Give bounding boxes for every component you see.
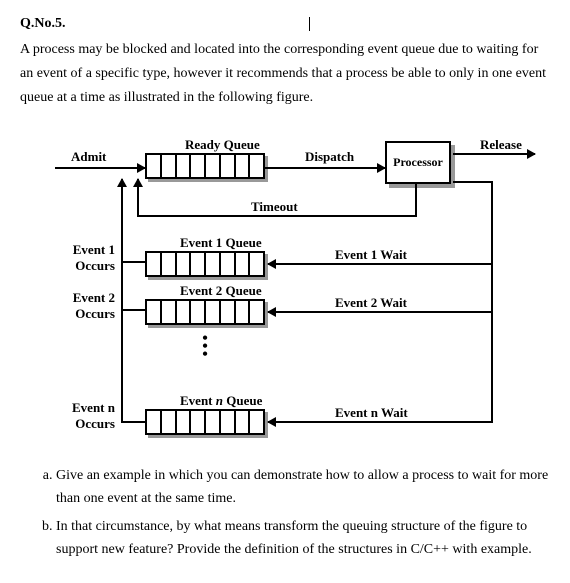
label-eventn-wait: Event n Wait [335, 405, 408, 421]
subquestion-list: Give an example in which you can demonst… [20, 465, 550, 561]
label-timeout: Timeout [251, 199, 298, 215]
event2-wait-line [268, 311, 493, 313]
eventn-wait-line [268, 421, 493, 423]
event1-wait-line [268, 263, 493, 265]
label-ready-queue: Ready Queue [185, 137, 260, 153]
label-event2-occurs: Event 2 Occurs [59, 290, 115, 322]
timeout-up-to-ready [137, 179, 139, 217]
event1-queue-box [145, 251, 265, 277]
ready-queue-box [145, 153, 265, 179]
timeout-across [137, 215, 417, 217]
eventn-occurs-line [121, 421, 145, 423]
label-admit: Admit [71, 149, 106, 165]
label-eventn-occurs: Event n Occurs [59, 400, 115, 432]
subquestion-b: In that circumstance, by what means tran… [56, 516, 550, 561]
processor-box: Processor [385, 141, 451, 184]
label-event2-wait: Event 2 Wait [335, 295, 407, 311]
arrow-dispatch [265, 167, 385, 169]
label-release: Release [480, 137, 522, 153]
arrow-admit [55, 167, 145, 169]
event1-occurs-line [121, 261, 145, 263]
wait-bus-vline [491, 183, 493, 423]
timeout-down [415, 183, 417, 217]
label-event1-queue: Event 1 Queue [180, 235, 262, 251]
processor-label: Processor [393, 155, 443, 169]
label-dispatch: Dispatch [305, 149, 354, 165]
event2-occurs-line [121, 309, 145, 311]
text-cursor [309, 17, 310, 31]
question-number-text: Q.No.5. [20, 16, 66, 31]
occurs-bus-vline [121, 179, 123, 423]
label-eventn-queue: Event n Queue [180, 393, 262, 409]
question-intro: A process may be blocked and located int… [20, 38, 550, 109]
event2-queue-box [145, 299, 265, 325]
wait-bus-top [453, 181, 493, 183]
arrow-release [453, 153, 535, 155]
subquestion-a: Give an example in which you can demonst… [56, 465, 550, 510]
label-event1-occurs: Event 1 Occurs [59, 242, 115, 274]
label-event1-wait: Event 1 Wait [335, 247, 407, 263]
eventn-queue-box [145, 409, 265, 435]
question-number: Q.No.5. [20, 16, 550, 32]
label-event2-queue: Event 2 Queue [180, 283, 262, 299]
ellipsis-dots: ••• [195, 335, 215, 359]
process-state-diagram: Admit Ready Queue Dispatch Processor Rel… [25, 135, 545, 445]
